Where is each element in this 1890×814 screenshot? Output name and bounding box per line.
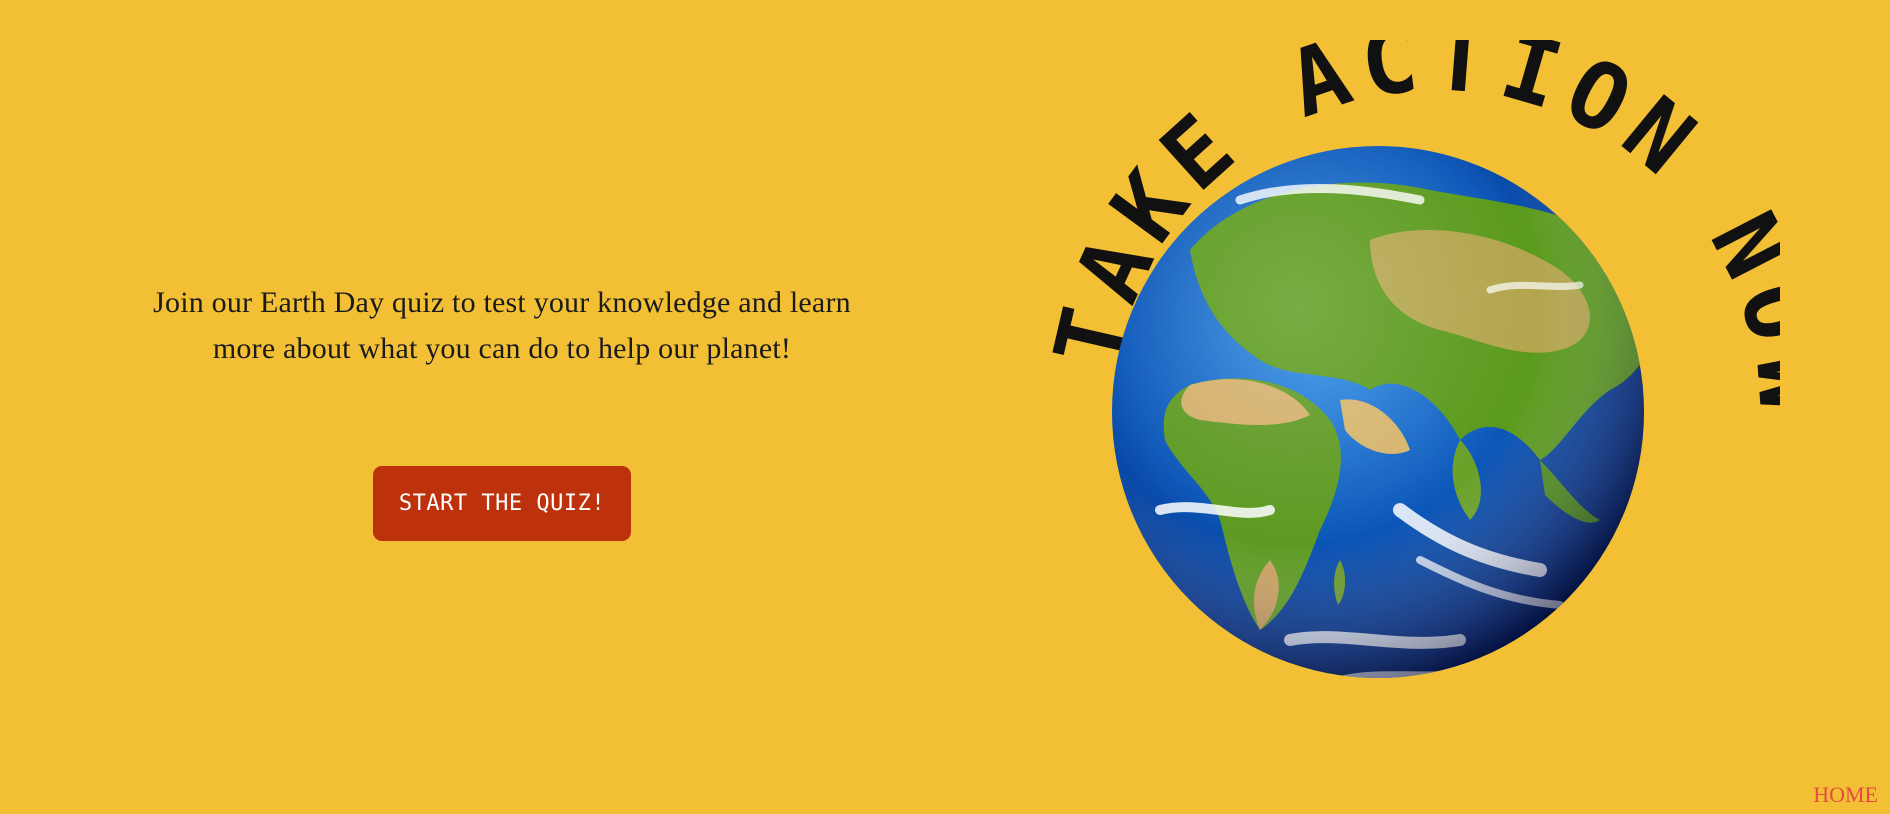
- hero-graphic: TAKE ACTION NOW: [1040, 40, 1780, 740]
- earth-illustration: TAKE ACTION NOW: [1040, 40, 1780, 678]
- intro-section: Join our Earth Day quiz to test your kno…: [130, 280, 874, 372]
- earth-globe: [1112, 146, 1644, 678]
- start-quiz-button[interactable]: START THE QUIZ!: [373, 466, 631, 541]
- home-link[interactable]: HOME: [1813, 782, 1878, 808]
- intro-text: Join our Earth Day quiz to test your kno…: [153, 286, 851, 365]
